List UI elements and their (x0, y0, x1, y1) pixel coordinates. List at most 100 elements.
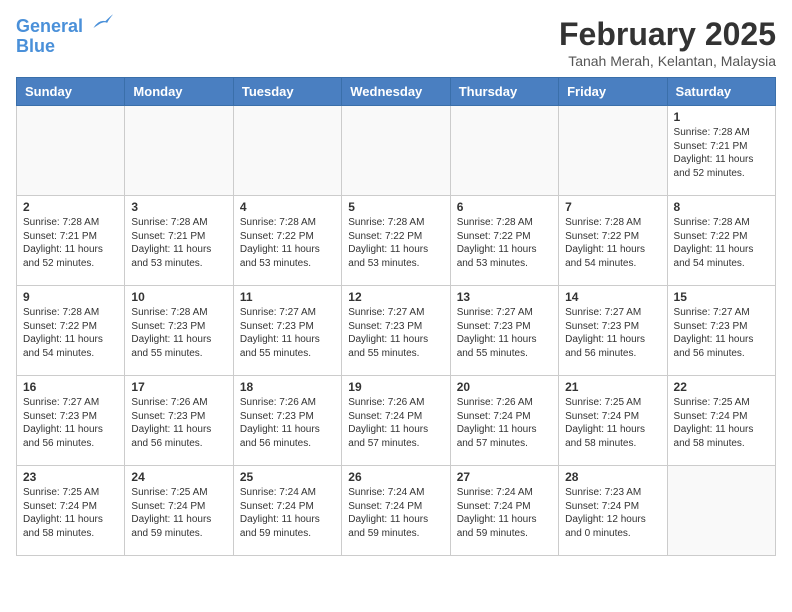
day-number: 11 (240, 290, 335, 304)
calendar-cell: 17 Sunrise: 7:26 AM Sunset: 7:23 PM Dayli… (125, 376, 233, 466)
calendar-cell: 24 Sunrise: 7:25 AM Sunset: 7:24 PM Dayli… (125, 466, 233, 556)
day-number: 17 (131, 380, 226, 394)
day-number: 16 (23, 380, 118, 394)
logo-bird-icon (90, 12, 114, 32)
week-row-3: 16 Sunrise: 7:27 AM Sunset: 7:23 PM Dayli… (17, 376, 776, 466)
calendar-cell (450, 106, 558, 196)
calendar-cell: 22Sunrise: 7:25 AM Sunset: 7:24 PM Dayli… (667, 376, 775, 466)
day-info: Sunrise: 7:27 AM Sunset: 7:23 PM Dayligh… (457, 306, 552, 360)
column-header-monday: Monday (125, 78, 233, 106)
calendar-cell (667, 466, 775, 556)
day-number: 14 (565, 290, 660, 304)
day-info: Sunrise: 7:27 AM Sunset: 7:23 PM Dayligh… (348, 306, 443, 360)
calendar-cell: 18 Sunrise: 7:26 AM Sunset: 7:23 PM Dayli… (233, 376, 341, 466)
calendar-header-row: SundayMondayTuesdayWednesdayThursdayFrid… (17, 78, 776, 106)
calendar-cell: 26 Sunrise: 7:24 AM Sunset: 7:24 PM Dayli… (342, 466, 450, 556)
day-number: 8 (674, 200, 769, 214)
week-row-0: 1 Sunrise: 7:28 AM Sunset: 7:21 PM Daylig… (17, 106, 776, 196)
calendar-table: SundayMondayTuesdayWednesdayThursdayFrid… (16, 77, 776, 556)
day-number: 1 (674, 110, 769, 124)
calendar-cell (125, 106, 233, 196)
calendar-cell: 21 Sunrise: 7:25 AM Sunset: 7:24 PM Dayli… (559, 376, 667, 466)
day-info: Sunrise: 7:26 AM Sunset: 7:23 PM Dayligh… (131, 396, 226, 450)
day-info: Sunrise: 7:28 AM Sunset: 7:21 PM Dayligh… (674, 126, 769, 180)
calendar-cell: 23 Sunrise: 7:25 AM Sunset: 7:24 PM Dayli… (17, 466, 125, 556)
page-header: General Blue February 2025 Tanah Merah, … (16, 16, 776, 69)
column-header-saturday: Saturday (667, 78, 775, 106)
day-info: Sunrise: 7:27 AM Sunset: 7:23 PM Dayligh… (674, 306, 769, 360)
day-number: 22 (674, 380, 769, 394)
calendar-cell: 15 Sunrise: 7:27 AM Sunset: 7:23 PM Dayli… (667, 286, 775, 376)
day-number: 5 (348, 200, 443, 214)
calendar-cell: 5 Sunrise: 7:28 AM Sunset: 7:22 PM Daylig… (342, 196, 450, 286)
calendar-cell: 2Sunrise: 7:28 AM Sunset: 7:21 PM Daylig… (17, 196, 125, 286)
day-info: Sunrise: 7:25 AM Sunset: 7:24 PM Dayligh… (565, 396, 660, 450)
column-header-sunday: Sunday (17, 78, 125, 106)
day-info: Sunrise: 7:26 AM Sunset: 7:24 PM Dayligh… (348, 396, 443, 450)
day-info: Sunrise: 7:24 AM Sunset: 7:24 PM Dayligh… (457, 486, 552, 540)
column-header-tuesday: Tuesday (233, 78, 341, 106)
day-number: 9 (23, 290, 118, 304)
calendar-cell: 8Sunrise: 7:28 AM Sunset: 7:22 PM Daylig… (667, 196, 775, 286)
calendar-cell: 25Sunrise: 7:24 AM Sunset: 7:24 PM Dayli… (233, 466, 341, 556)
calendar-cell: 14Sunrise: 7:27 AM Sunset: 7:23 PM Dayli… (559, 286, 667, 376)
calendar-cell: 13 Sunrise: 7:27 AM Sunset: 7:23 PM Dayli… (450, 286, 558, 376)
day-info: Sunrise: 7:25 AM Sunset: 7:24 PM Dayligh… (131, 486, 226, 540)
week-row-2: 9 Sunrise: 7:28 AM Sunset: 7:22 PM Daylig… (17, 286, 776, 376)
logo: General Blue (16, 16, 114, 57)
calendar-cell (559, 106, 667, 196)
day-info: Sunrise: 7:23 AM Sunset: 7:24 PM Dayligh… (565, 486, 660, 540)
column-header-wednesday: Wednesday (342, 78, 450, 106)
day-info: Sunrise: 7:27 AM Sunset: 7:23 PM Dayligh… (23, 396, 118, 450)
day-number: 3 (131, 200, 226, 214)
calendar-cell (233, 106, 341, 196)
logo-general: General (16, 16, 83, 36)
day-number: 13 (457, 290, 552, 304)
calendar-cell: 9 Sunrise: 7:28 AM Sunset: 7:22 PM Daylig… (17, 286, 125, 376)
day-info: Sunrise: 7:28 AM Sunset: 7:22 PM Dayligh… (240, 216, 335, 270)
day-number: 18 (240, 380, 335, 394)
day-number: 19 (348, 380, 443, 394)
day-info: Sunrise: 7:26 AM Sunset: 7:23 PM Dayligh… (240, 396, 335, 450)
day-number: 28 (565, 470, 660, 484)
day-number: 6 (457, 200, 552, 214)
day-number: 10 (131, 290, 226, 304)
calendar-cell: 27Sunrise: 7:24 AM Sunset: 7:24 PM Dayli… (450, 466, 558, 556)
week-row-4: 23 Sunrise: 7:25 AM Sunset: 7:24 PM Dayli… (17, 466, 776, 556)
day-number: 2 (23, 200, 118, 214)
day-info: Sunrise: 7:26 AM Sunset: 7:24 PM Dayligh… (457, 396, 552, 450)
day-info: Sunrise: 7:28 AM Sunset: 7:22 PM Dayligh… (23, 306, 118, 360)
calendar-cell (342, 106, 450, 196)
day-number: 7 (565, 200, 660, 214)
day-info: Sunrise: 7:28 AM Sunset: 7:22 PM Dayligh… (565, 216, 660, 270)
month-title: February 2025 (559, 16, 776, 53)
calendar-cell (17, 106, 125, 196)
day-info: Sunrise: 7:25 AM Sunset: 7:24 PM Dayligh… (23, 486, 118, 540)
calendar-cell: 3 Sunrise: 7:28 AM Sunset: 7:21 PM Daylig… (125, 196, 233, 286)
day-number: 26 (348, 470, 443, 484)
logo-blue: Blue (16, 36, 55, 56)
calendar-cell: 11 Sunrise: 7:27 AM Sunset: 7:23 PM Dayli… (233, 286, 341, 376)
location-subtitle: Tanah Merah, Kelantan, Malaysia (559, 53, 776, 69)
column-header-thursday: Thursday (450, 78, 558, 106)
day-number: 24 (131, 470, 226, 484)
day-info: Sunrise: 7:28 AM Sunset: 7:21 PM Dayligh… (131, 216, 226, 270)
day-number: 4 (240, 200, 335, 214)
calendar-cell: 1 Sunrise: 7:28 AM Sunset: 7:21 PM Daylig… (667, 106, 775, 196)
calendar-cell: 7 Sunrise: 7:28 AM Sunset: 7:22 PM Daylig… (559, 196, 667, 286)
calendar-cell: 4 Sunrise: 7:28 AM Sunset: 7:22 PM Daylig… (233, 196, 341, 286)
day-number: 23 (23, 470, 118, 484)
title-block: February 2025 Tanah Merah, Kelantan, Mal… (559, 16, 776, 69)
day-number: 25 (240, 470, 335, 484)
calendar-cell: 16 Sunrise: 7:27 AM Sunset: 7:23 PM Dayli… (17, 376, 125, 466)
calendar-cell: 6 Sunrise: 7:28 AM Sunset: 7:22 PM Daylig… (450, 196, 558, 286)
day-info: Sunrise: 7:28 AM Sunset: 7:22 PM Dayligh… (457, 216, 552, 270)
week-row-1: 2 Sunrise: 7:28 AM Sunset: 7:21 PM Daylig… (17, 196, 776, 286)
day-info: Sunrise: 7:28 AM Sunset: 7:22 PM Dayligh… (348, 216, 443, 270)
day-info: Sunrise: 7:24 AM Sunset: 7:24 PM Dayligh… (348, 486, 443, 540)
day-number: 20 (457, 380, 552, 394)
day-number: 15 (674, 290, 769, 304)
day-info: Sunrise: 7:27 AM Sunset: 7:23 PM Dayligh… (240, 306, 335, 360)
day-number: 21 (565, 380, 660, 394)
day-info: Sunrise: 7:28 AM Sunset: 7:23 PM Dayligh… (131, 306, 226, 360)
